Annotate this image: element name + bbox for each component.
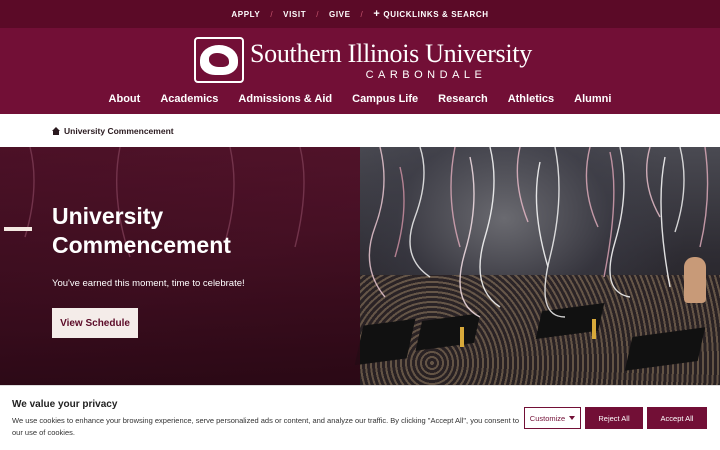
hero-title: University Commencement [52, 203, 231, 258]
nav-about[interactable]: About [109, 93, 141, 105]
accept-all-button[interactable]: Accept All [647, 407, 707, 429]
quicklinks-search-button[interactable]: + QUICKLINKS & SEARCH [373, 8, 488, 20]
nav-admissions-aid[interactable]: Admissions & Aid [238, 93, 332, 105]
chevron-down-icon [569, 416, 576, 420]
breadcrumb: University Commencement [0, 114, 720, 147]
separator: / [270, 9, 274, 19]
visit-link[interactable]: VISIT [283, 10, 306, 19]
accent-stripe [4, 227, 32, 231]
utility-bar: APPLY / VISIT / GIVE / + QUICKLINKS & SEA… [0, 0, 720, 28]
plus-icon: + [373, 8, 381, 20]
view-schedule-button[interactable]: View Schedule [52, 308, 138, 338]
cookie-title: We value your privacy [12, 399, 118, 410]
confetti-streamers [24, 147, 709, 318]
main-navigation: About Academics Admissions & Aid Campus … [0, 93, 720, 105]
cookie-banner: We value your privacy We use cookies to … [0, 385, 720, 450]
nav-campus-life[interactable]: Campus Life [352, 93, 418, 105]
saluki-seal-icon [194, 37, 244, 83]
nav-research[interactable]: Research [438, 93, 488, 105]
home-icon[interactable] [52, 126, 60, 135]
hero-banner: University Commencement You've earned th… [0, 147, 720, 385]
wordmark: Southern Illinois University CARBONDALE [250, 38, 532, 81]
give-link[interactable]: GIVE [329, 10, 351, 19]
separator: / [360, 9, 364, 19]
campus-name: CARBONDALE [365, 68, 487, 81]
cookie-text: We use cookies to enhance your browsing … [12, 416, 519, 437]
breadcrumb-current: University Commencement [64, 125, 174, 136]
nav-athletics[interactable]: Athletics [508, 93, 554, 105]
university-logo[interactable]: Southern Illinois University CARBONDALE [194, 37, 532, 83]
customize-label: Customize [529, 413, 566, 423]
site-header: Southern Illinois University CARBONDALE … [0, 28, 720, 114]
apply-link[interactable]: APPLY [231, 10, 260, 19]
reject-all-button[interactable]: Reject All [585, 407, 643, 429]
quicklinks-label: QUICKLINKS & SEARCH [383, 10, 489, 19]
hero-subtitle: You've earned this moment, time to celeb… [52, 278, 245, 289]
nav-alumni[interactable]: Alumni [574, 93, 611, 105]
university-name: Southern Illinois University [250, 38, 532, 68]
customize-button[interactable]: Customize [524, 407, 581, 429]
separator: / [316, 9, 320, 19]
nav-academics[interactable]: Academics [160, 93, 218, 105]
